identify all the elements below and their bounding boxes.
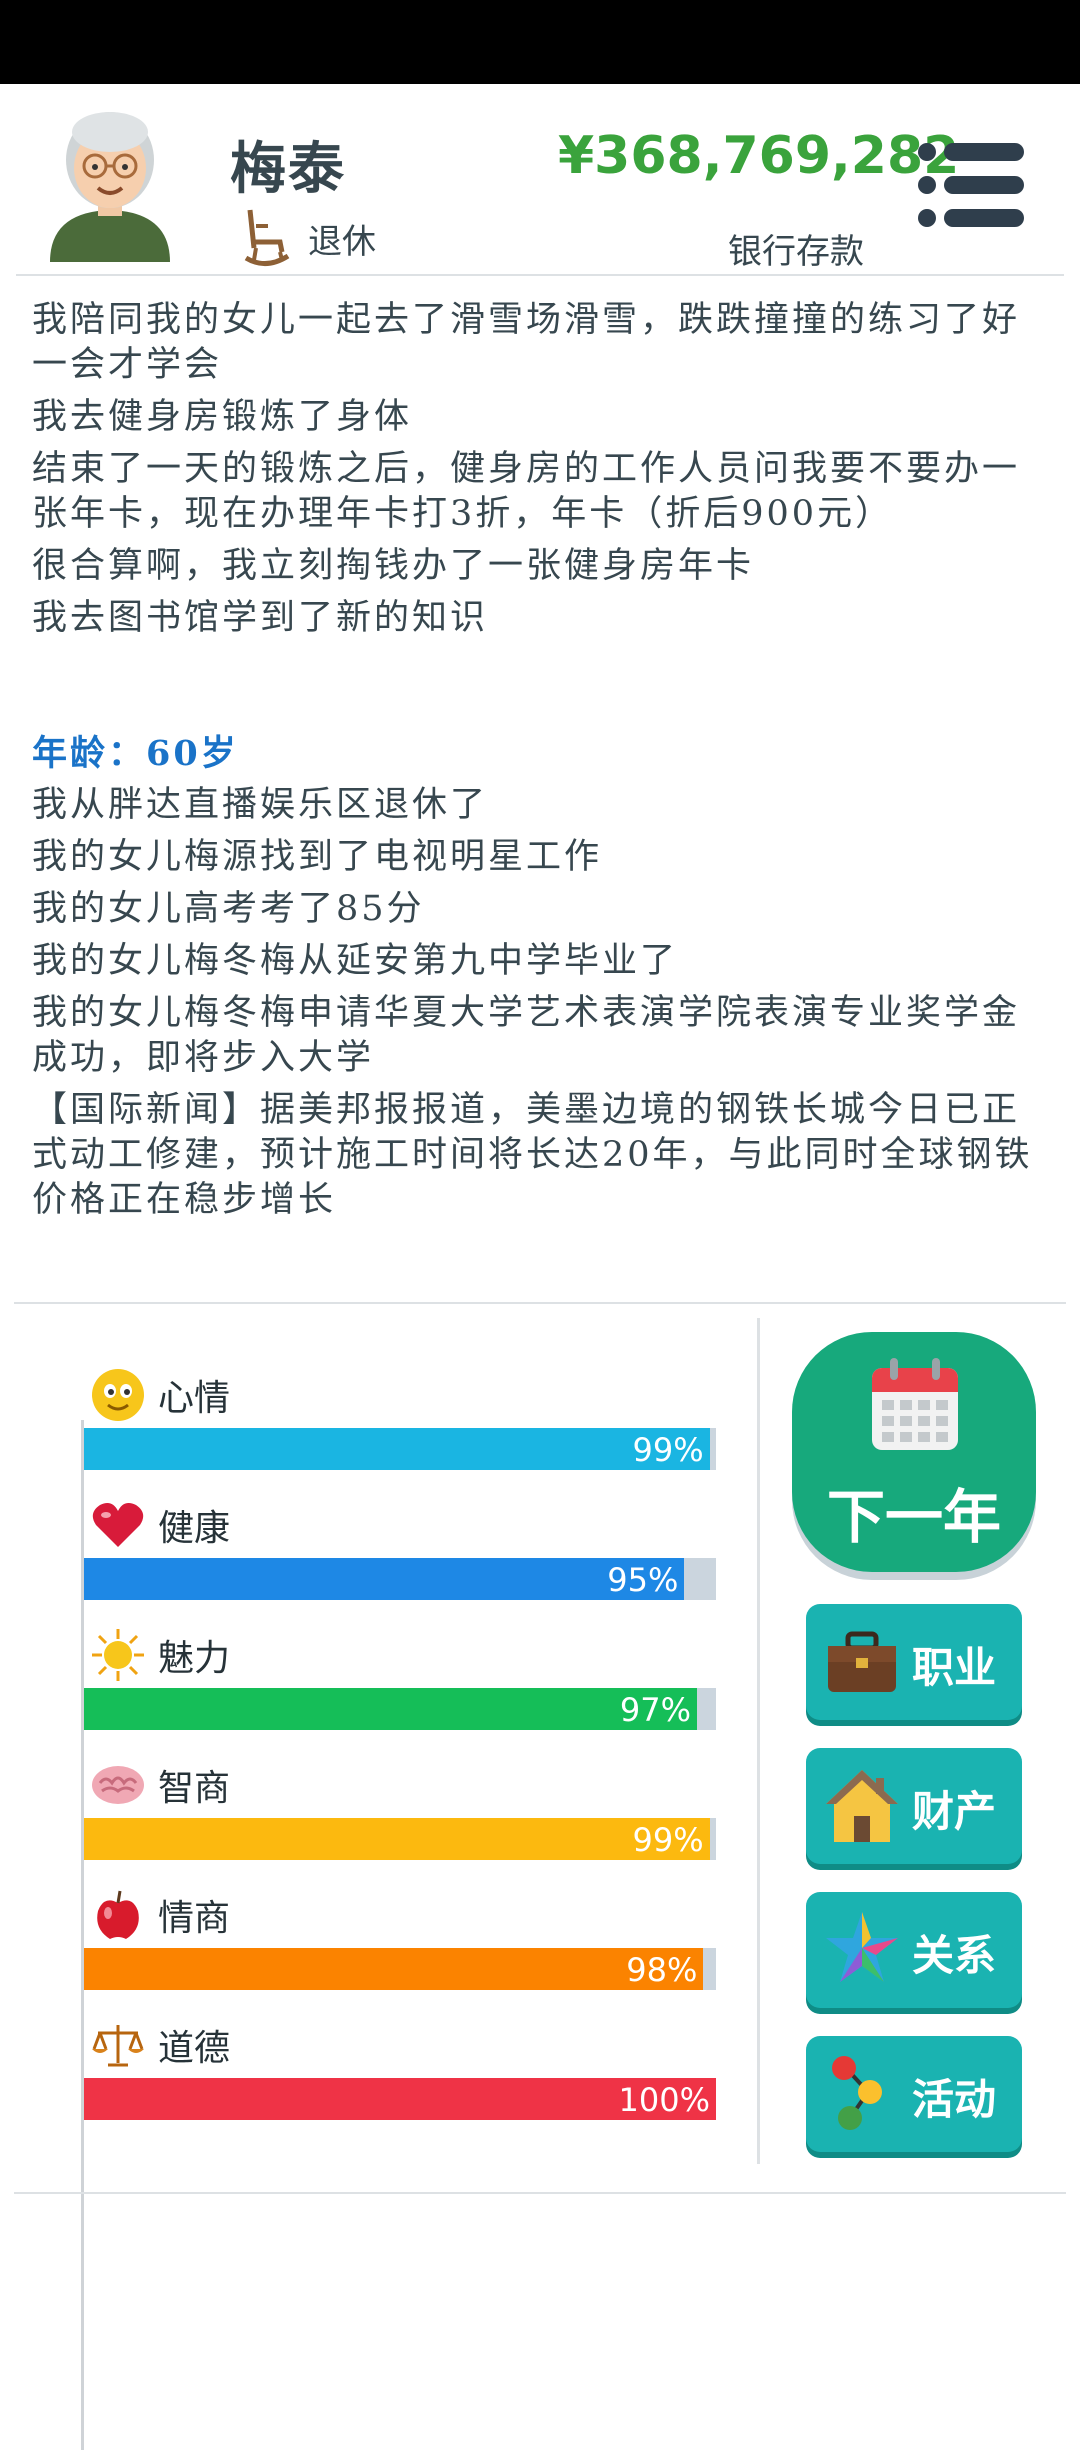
stat-value: 99% bbox=[632, 1821, 704, 1859]
activities-label: 活动 bbox=[912, 2075, 997, 2124]
log-line: 我的女儿梅冬梅申请华夏大学艺术表演学院表演专业奖学金成功，即将步入大学 bbox=[32, 993, 1021, 1078]
next-year-label: 下一年 bbox=[826, 1483, 1001, 1551]
stat-row: 心情 99% bbox=[84, 1368, 716, 1470]
stat-bar-fill: 98% bbox=[84, 1948, 704, 1990]
stat-bar-fill: 99% bbox=[84, 1818, 710, 1860]
log-line: 我去图书馆学到了新的知识 bbox=[32, 598, 489, 638]
career-label: 职业 bbox=[912, 1643, 997, 1692]
stat-label: 魅力 bbox=[90, 1628, 230, 1682]
property-label: 财产 bbox=[912, 1787, 997, 1836]
status-info: 退休 bbox=[244, 208, 376, 268]
log-line: 我从胖达直播娱乐区退休了 bbox=[32, 785, 489, 825]
log-line: 我去健身房锻炼了身体 bbox=[32, 397, 413, 437]
stat-bar-fill: 95% bbox=[84, 1558, 685, 1600]
stat-name: 魅力 bbox=[158, 1638, 231, 1679]
stat-value: 99% bbox=[632, 1431, 704, 1469]
sun-icon bbox=[90, 1627, 146, 1683]
log-line: 【国际新闻】据美邦报报道，美墨边境的钢铁长城今日已正式动工修建，预计施工时间将长… bbox=[32, 1090, 1033, 1220]
stat-label: 情商 bbox=[90, 1888, 230, 1942]
relations-button[interactable]: 关系 bbox=[806, 1892, 1022, 2008]
stat-bar-track: 95% bbox=[84, 1558, 716, 1600]
stat-name: 健康 bbox=[158, 1508, 231, 1549]
attribute-bars: 心情 99% 健康 95% 魅力 97% 智商 99% 情商 98% 道德 100% bbox=[0, 1304, 760, 2450]
star-icon bbox=[826, 1912, 898, 1982]
stat-row: 情商 98% bbox=[84, 1888, 716, 1990]
stat-row: 健康 95% bbox=[84, 1498, 716, 1600]
stat-label: 心情 bbox=[90, 1368, 230, 1422]
stat-value: 95% bbox=[607, 1561, 679, 1599]
avatar[interactable] bbox=[40, 102, 180, 262]
status-label: 退休 bbox=[308, 221, 376, 262]
log-line: 我的女儿高考考了85分 bbox=[32, 889, 425, 929]
stat-bar-track: 99% bbox=[84, 1818, 716, 1860]
stat-label: 智商 bbox=[90, 1758, 230, 1812]
stat-bar-fill: 97% bbox=[84, 1688, 698, 1730]
log-line-partial bbox=[32, 276, 1042, 291]
stat-label: 道德 bbox=[90, 2018, 230, 2072]
log-line: 结束了一天的锻炼之后，健身房的工作人员问我要不要办一张年卡，现在办理年卡打3折，… bbox=[32, 449, 1021, 534]
career-button[interactable]: 职业 bbox=[806, 1604, 1022, 1720]
event-log[interactable]: 我陪同我的女儿一起去了滑雪场滑雪，跌跌撞撞的练习了好一会才学会我去健身房锻炼了身… bbox=[0, 276, 1080, 1304]
property-button[interactable]: 财产 bbox=[806, 1748, 1022, 1864]
bottom-divider bbox=[14, 2192, 1066, 2194]
bank-balance: ¥368,769,282 bbox=[558, 126, 960, 186]
menu-icon[interactable] bbox=[918, 142, 1026, 228]
brain-icon bbox=[90, 1757, 146, 1813]
status-bar bbox=[0, 0, 1080, 84]
stat-bar-track: 99% bbox=[84, 1428, 716, 1470]
smiley-icon bbox=[90, 1367, 146, 1423]
relations-label: 关系 bbox=[912, 1931, 997, 1980]
stat-name: 心情 bbox=[158, 1378, 231, 1419]
stat-value: 100% bbox=[618, 2081, 710, 2119]
stat-value: 97% bbox=[619, 1691, 692, 1729]
stat-bar-track: 97% bbox=[84, 1688, 716, 1730]
house-icon bbox=[826, 1770, 898, 1842]
stat-bar-track: 100% bbox=[84, 2078, 716, 2120]
stat-name: 情商 bbox=[158, 1898, 231, 1939]
activities-button[interactable]: 活动 bbox=[806, 2036, 1022, 2152]
stat-row: 魅力 97% bbox=[84, 1628, 716, 1730]
profile-header: 梅泰 退休 ¥368,769,282 银行存款 bbox=[0, 84, 1080, 274]
heart-icon bbox=[90, 1497, 146, 1553]
stat-name: 道德 bbox=[158, 2028, 231, 2069]
next-year-button[interactable]: 下一年 bbox=[792, 1332, 1036, 1572]
log-line: 我陪同我的女儿一起去了滑雪场滑雪，跌跌撞撞的练习了好一会才学会 bbox=[32, 300, 1021, 385]
log-line: 我的女儿梅冬梅从延安第九中学毕业了 bbox=[32, 941, 679, 981]
bank-balance-label: 银行存款 bbox=[728, 232, 864, 272]
stat-bar-fill: 100% bbox=[84, 2078, 716, 2120]
character-name: 梅泰 bbox=[230, 137, 346, 202]
briefcase-icon bbox=[828, 1631, 896, 1692]
stat-name: 智商 bbox=[158, 1768, 231, 1809]
stat-bar-track: 98% bbox=[84, 1948, 716, 1990]
vertical-divider bbox=[757, 1318, 760, 2164]
rocking-chair-icon bbox=[244, 209, 290, 266]
age-heading: 年龄：60岁 bbox=[32, 733, 239, 774]
calendar-icon bbox=[872, 1358, 958, 1450]
stat-bar-fill: 99% bbox=[84, 1428, 710, 1470]
stat-row: 智商 99% bbox=[84, 1758, 716, 1860]
log-line: 很合算啊，我立刻掏钱办了一张健身房年卡 bbox=[32, 546, 755, 586]
log-line: 我的女儿梅源找到了电视明星工作 bbox=[32, 837, 603, 877]
molecule-icon bbox=[832, 2056, 882, 2130]
apple-icon bbox=[90, 1887, 146, 1943]
scales-icon bbox=[90, 2017, 146, 2073]
stat-label: 健康 bbox=[90, 1498, 230, 1552]
stat-row: 道德 100% bbox=[84, 2018, 716, 2120]
stat-value: 98% bbox=[626, 1951, 698, 1989]
